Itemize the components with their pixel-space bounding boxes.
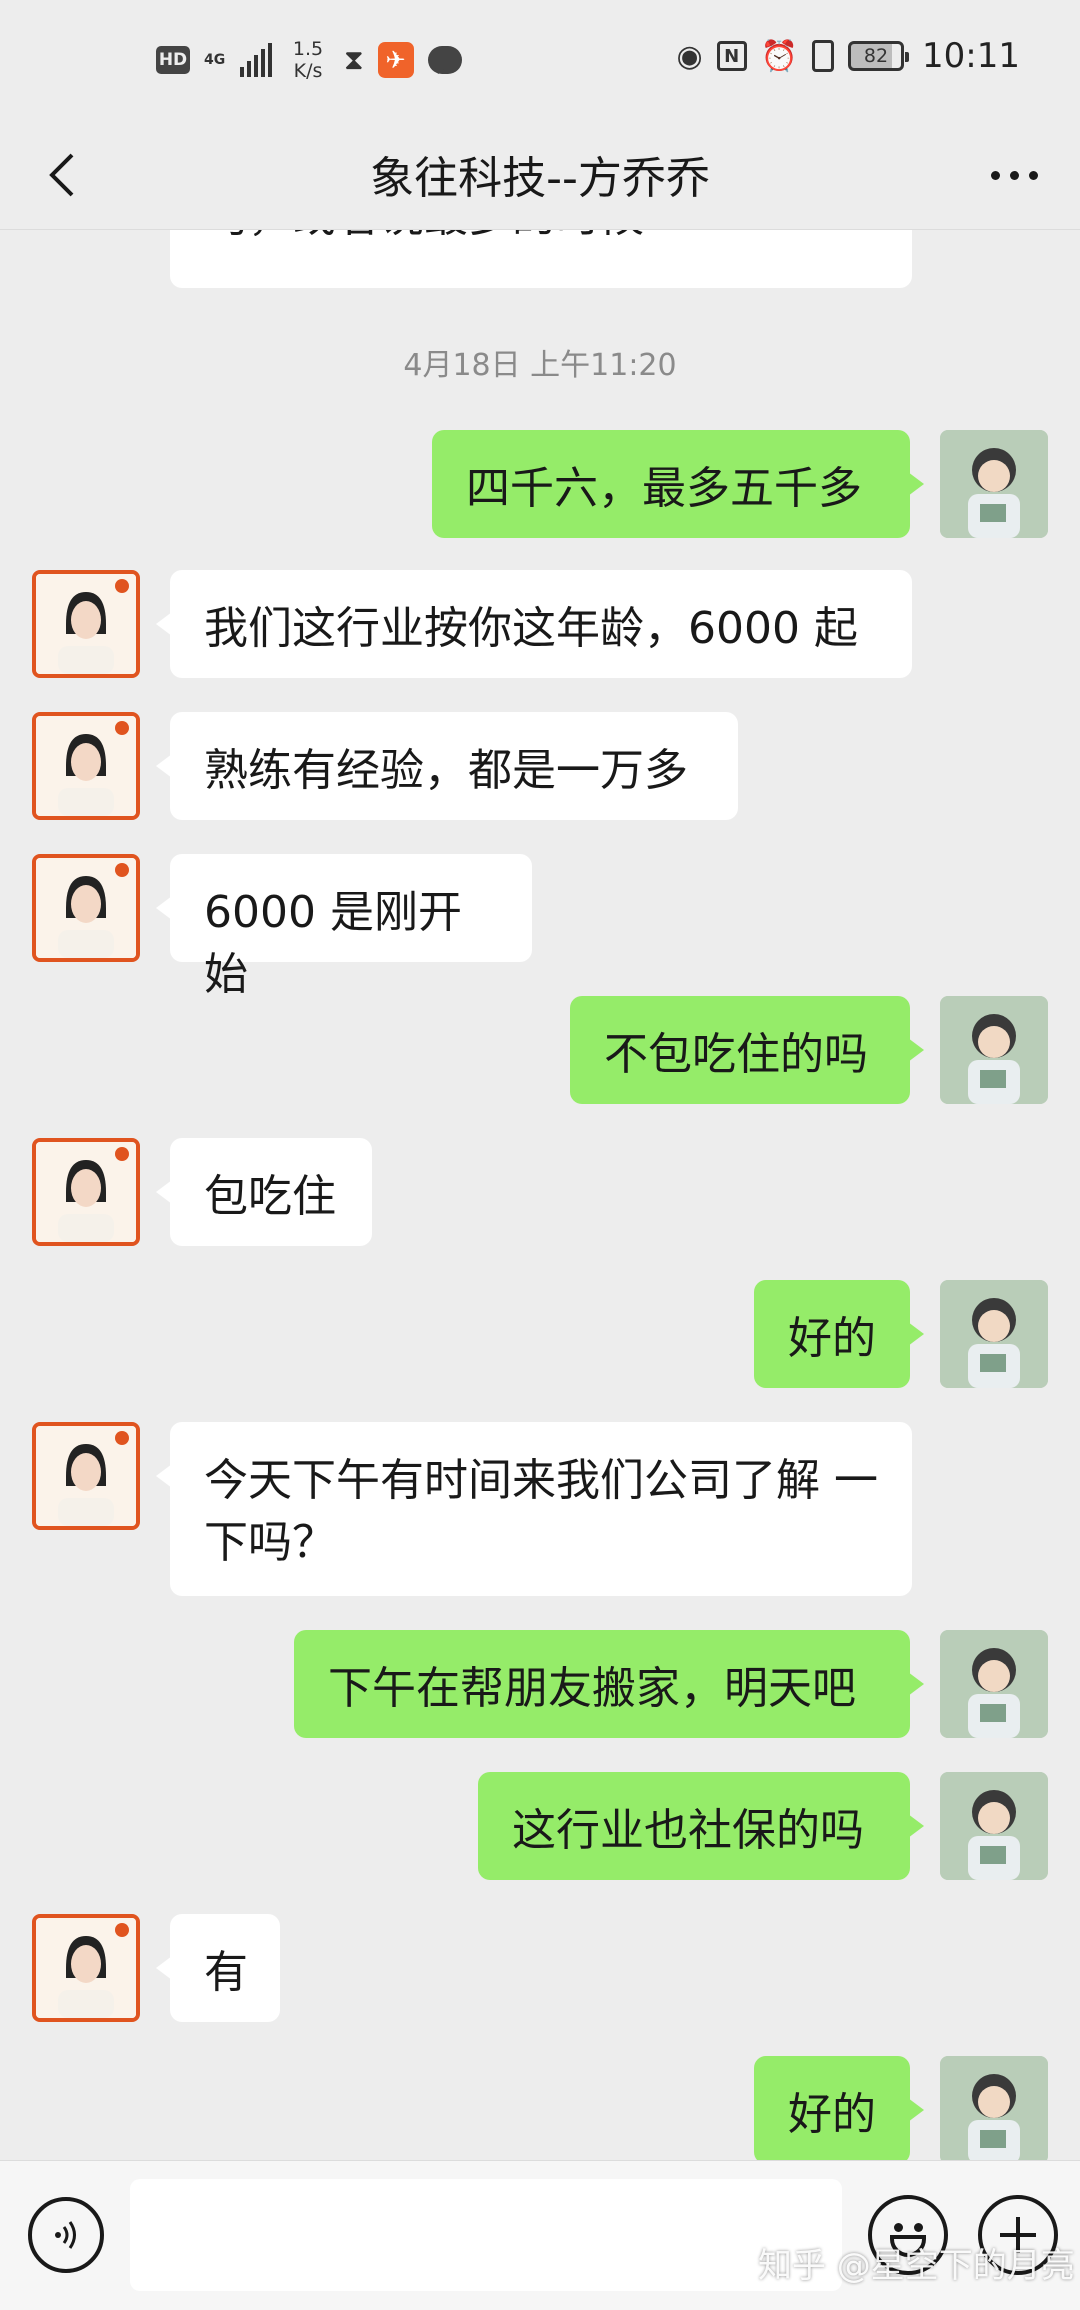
message-input[interactable] [130, 2179, 842, 2291]
contact-avatar[interactable] [32, 1422, 140, 1530]
self-avatar[interactable] [940, 1630, 1048, 1738]
network-type: 4G [204, 52, 226, 68]
contact-avatar[interactable] [32, 712, 140, 820]
nfc-icon: N [716, 41, 747, 71]
contact-avatar[interactable] [32, 570, 140, 678]
chat-header: 象往科技--方乔乔 [0, 120, 1080, 230]
watermark: 知乎 @星空下的月亮 [758, 2246, 1075, 2286]
network-speed: 1.5 K/s [292, 38, 324, 82]
self-avatar[interactable] [940, 1280, 1048, 1388]
self-avatar[interactable] [940, 996, 1048, 1104]
clock: 10:11 [922, 36, 1020, 76]
status-bar: HD 4G 1.5 K/s ⧗ ✈ ◉ N ⏰ 82 10:11 [0, 0, 1080, 120]
more-options-icon[interactable] [982, 150, 1046, 200]
hd-voice-icon: HD [156, 46, 190, 74]
hourglass-icon: ⧗ [344, 43, 364, 76]
message-bubble[interactable]: 有 [156, 1914, 280, 2022]
message-bubble[interactable]: 好的 [754, 1280, 924, 1388]
message-bubble[interactable]: 我们这行业按你这年龄，6000 起 [156, 570, 912, 678]
contact-avatar[interactable] [32, 854, 140, 962]
message-timestamp: 4月18日 上午11:20 [403, 348, 677, 383]
battery-icon: 82 [848, 41, 910, 71]
message-list[interactable]: 均，或者说最多的时候 4月18日 上午11:20 四千六，最多五千多 我们这行业… [0, 230, 1080, 2160]
self-avatar[interactable] [940, 430, 1048, 538]
voice-input-button[interactable] [28, 2197, 104, 2273]
chat-title: 象往科技--方乔乔 [370, 153, 710, 204]
message-bubble[interactable]: 这行业也社保的吗 [478, 1772, 924, 1880]
emoji-icon [894, 2223, 903, 2232]
message-bubble[interactable]: 6000 是刚开始 [156, 854, 532, 1000]
message-bubble[interactable]: 下午在帮朋友搬家，明天吧 [294, 1630, 924, 1738]
vibrate-icon [812, 40, 835, 72]
eye-icon: ◉ [676, 38, 703, 74]
message-bubble[interactable]: 熟练有经验，都是一万多 [156, 712, 738, 820]
input-bar [0, 2160, 1080, 2310]
alarm-icon: ⏰ [760, 38, 799, 74]
message-bubble[interactable]: 好的 [754, 2056, 924, 2160]
contact-avatar[interactable] [32, 1138, 140, 1246]
message-bubble[interactable]: 均，或者说最多的时候 [170, 230, 912, 288]
message-bubble[interactable]: 不包吃住的吗 [570, 996, 924, 1104]
message-notification-icon [427, 46, 462, 74]
app-notification-icon: ✈ [377, 42, 414, 78]
voice-icon [55, 2221, 76, 2249]
message-bubble[interactable]: 四千六，最多五千多 [432, 430, 924, 538]
self-avatar[interactable] [940, 1772, 1048, 1880]
contact-avatar[interactable] [32, 1914, 140, 2022]
message-bubble[interactable]: 今天下午有时间来我们公司了解 一 下吗？ [156, 1422, 912, 1596]
self-avatar[interactable] [940, 2056, 1048, 2160]
message-bubble[interactable]: 包吃住 [156, 1138, 372, 1246]
signal-icon [240, 43, 272, 77]
